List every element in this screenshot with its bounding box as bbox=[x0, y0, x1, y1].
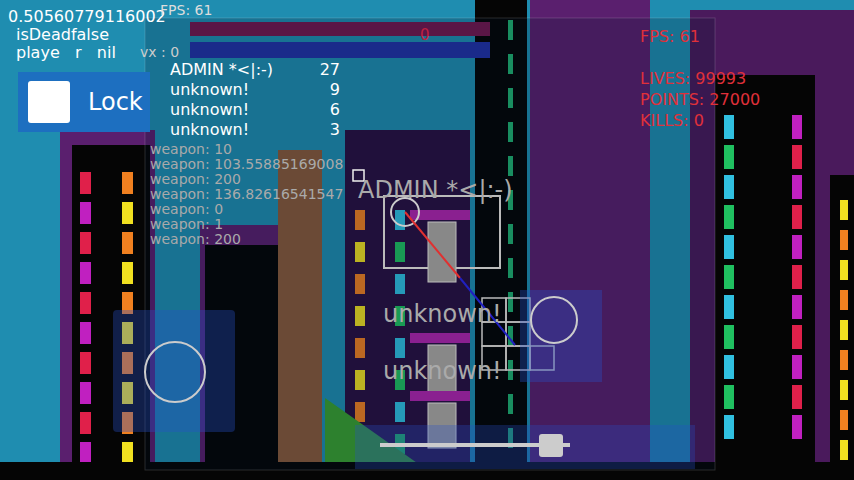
score-row: unknown! 6 bbox=[170, 100, 340, 120]
score-value: 27 bbox=[320, 60, 340, 80]
building-window bbox=[792, 415, 802, 439]
building-window bbox=[840, 260, 848, 280]
building-window bbox=[724, 145, 734, 169]
building-window bbox=[840, 290, 848, 310]
building-window bbox=[122, 202, 133, 224]
lock-checkbox[interactable] bbox=[28, 81, 70, 123]
stat-points: POINTS: 27000 bbox=[640, 89, 760, 110]
energy-track bbox=[190, 42, 490, 58]
building-window bbox=[792, 145, 802, 169]
weapon-line: weapon: 200 bbox=[150, 172, 343, 187]
building-window bbox=[724, 235, 734, 259]
building-window bbox=[840, 200, 848, 220]
building-window bbox=[122, 172, 133, 194]
weapon-line: weapon: 1 bbox=[150, 217, 343, 232]
building bbox=[830, 175, 854, 480]
weapon-line: weapon: 10 bbox=[150, 142, 343, 157]
player-label: unknown! bbox=[383, 357, 502, 385]
score-row: unknown! 3 bbox=[170, 120, 340, 140]
building-window bbox=[792, 385, 802, 409]
center-counter: 0 bbox=[420, 26, 430, 44]
stats-panel: FPS: 61 LIVES: 99993POINTS: 27000KILLS: 0 bbox=[640, 26, 760, 131]
building-window bbox=[792, 235, 802, 259]
stat-lives: LIVES: 99993 bbox=[640, 68, 760, 89]
player-label: ADMIN *<|:-) bbox=[358, 176, 513, 204]
building-window bbox=[80, 172, 91, 194]
building-window bbox=[724, 115, 734, 139]
building-window bbox=[724, 415, 734, 439]
score-value: 3 bbox=[330, 120, 340, 140]
lock-label: Lock bbox=[88, 88, 143, 116]
building-window bbox=[792, 175, 802, 199]
debug-vx: vx : 0 bbox=[140, 44, 179, 60]
building-window bbox=[122, 232, 133, 254]
building-window bbox=[724, 295, 734, 319]
score-name: unknown! bbox=[170, 80, 249, 100]
joystick-knob-icon[interactable] bbox=[145, 342, 205, 402]
building-window bbox=[792, 205, 802, 229]
slider-panel bbox=[355, 425, 695, 469]
building-window bbox=[840, 350, 848, 370]
health-fill bbox=[190, 22, 490, 36]
sky bbox=[0, 0, 854, 480]
lock-toggle[interactable]: Lock bbox=[18, 72, 150, 132]
building-window bbox=[80, 412, 91, 434]
building-window bbox=[792, 265, 802, 289]
building-window bbox=[80, 322, 91, 344]
weapon-line: weapon: 103.55885169008 bbox=[150, 157, 343, 172]
building-window bbox=[724, 265, 734, 289]
building-window bbox=[840, 320, 848, 340]
health-track bbox=[190, 22, 490, 36]
stat-kills: KILLS: 0 bbox=[640, 110, 760, 131]
energy-fill bbox=[190, 42, 490, 58]
slider-thumb[interactable] bbox=[539, 434, 563, 457]
building-window bbox=[724, 355, 734, 379]
game-stage[interactable]: 0.50560779116002isDeadfalseplaye r nilFP… bbox=[0, 0, 854, 480]
move-joystick[interactable] bbox=[113, 310, 235, 432]
building-window bbox=[792, 355, 802, 379]
building-window bbox=[80, 352, 91, 374]
score-row: ADMIN *<|:-) 27 bbox=[170, 60, 340, 80]
weapon-line: weapon: 136.82616541547 bbox=[150, 187, 343, 202]
building-window bbox=[80, 232, 91, 254]
building-window bbox=[80, 202, 91, 224]
building-window bbox=[724, 175, 734, 199]
score-row: unknown! 9 bbox=[170, 80, 340, 100]
building-window bbox=[840, 440, 848, 460]
building-window bbox=[792, 115, 802, 139]
debug-fps: FPS: 61 bbox=[160, 2, 212, 18]
building-window bbox=[80, 262, 91, 284]
building-window bbox=[724, 205, 734, 229]
score-value: 6 bbox=[330, 100, 340, 120]
player-label: unknown! bbox=[383, 300, 502, 328]
building-window bbox=[80, 442, 91, 464]
score-name: ADMIN *<|:-) bbox=[170, 60, 273, 80]
score-name: unknown! bbox=[170, 100, 249, 120]
building-window bbox=[122, 442, 133, 464]
player-figure bbox=[384, 196, 500, 282]
building-window bbox=[840, 230, 848, 250]
building-window bbox=[792, 325, 802, 349]
aim-line bbox=[405, 212, 460, 278]
weapon-list: weapon: 10weapon: 103.55885169008weapon:… bbox=[150, 142, 343, 247]
stat-fps: FPS: 61 bbox=[640, 26, 760, 47]
weapon-line: weapon: 200 bbox=[150, 232, 343, 247]
building bbox=[715, 75, 815, 480]
joystick-knob-icon[interactable] bbox=[531, 297, 577, 343]
debug-line: isDeadfalse bbox=[8, 26, 166, 44]
building-window bbox=[80, 292, 91, 314]
debug-line: 0.50560779116002 bbox=[8, 8, 166, 26]
aim-joystick[interactable] bbox=[520, 290, 602, 382]
building-window bbox=[122, 262, 133, 284]
building-window bbox=[840, 380, 848, 400]
score-value: 9 bbox=[330, 80, 340, 100]
building-window bbox=[80, 382, 91, 404]
building-window bbox=[792, 295, 802, 319]
building-window bbox=[724, 385, 734, 409]
building-window bbox=[724, 325, 734, 349]
score-name: unknown! bbox=[170, 120, 249, 140]
weapon-line: weapon: 0 bbox=[150, 202, 343, 217]
building-window bbox=[840, 410, 848, 430]
scoreboard: ADMIN *<|:-)27unknown!9unknown!6unknown!… bbox=[170, 60, 343, 247]
